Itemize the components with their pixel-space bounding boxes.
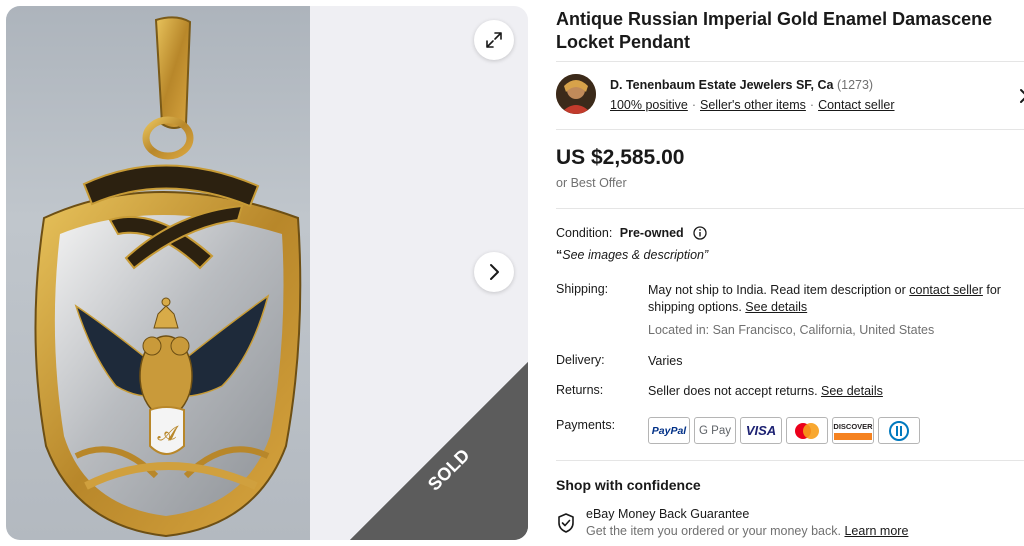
svg-text:𝓐: 𝓐: [157, 421, 179, 445]
condition-label: Condition:: [556, 226, 613, 240]
returns-value: Seller does not accept returns. See deta…: [648, 383, 1018, 400]
locket-pendant-image: 𝓐: [34, 16, 302, 538]
gpay-text: G Pay: [699, 424, 731, 437]
item-location: Located in: San Francisco, California, U…: [648, 323, 935, 337]
shipping-label: Shipping:: [556, 282, 609, 296]
divider: [556, 61, 1024, 62]
discover-text: DISCOVER: [833, 421, 873, 431]
product-photo[interactable]: 𝓐: [6, 6, 310, 540]
seller-feedback-count: (1273): [836, 78, 874, 92]
condition-row: Condition: Pre-owned: [556, 226, 707, 240]
learn-more-link[interactable]: Learn more: [844, 524, 908, 538]
seller-links: 100% positive · Seller's other items · Conta…: [610, 98, 895, 112]
returns-text: Seller does not accept returns.: [648, 384, 822, 398]
money-back-guarantee-desc: Get the item you ordered or your money b…: [586, 524, 908, 538]
chevron-right-icon[interactable]: [1018, 86, 1024, 106]
shipping-value: May not ship to India. Read item descrip…: [648, 282, 1018, 316]
expand-icon: [486, 32, 502, 48]
guarantee-text: Get the item you ordered or your money b…: [586, 524, 845, 538]
diners-club-logo: [878, 417, 920, 444]
shop-with-confidence-title: Shop with confidence: [556, 477, 701, 493]
returns-see-details-link[interactable]: See details: [821, 384, 883, 398]
contact-seller-shipping-link[interactable]: contact seller: [909, 283, 983, 297]
delivery-value: Varies: [648, 354, 683, 368]
shipping-see-details-link[interactable]: See details: [745, 300, 807, 314]
shipping-text: May not ship to India. Read item descrip…: [648, 283, 910, 297]
paypal-text: PayPal: [651, 424, 687, 437]
diners-club-icon: [889, 420, 909, 441]
seller-other-items-link[interactable]: Seller's other items: [700, 98, 806, 112]
divider: [556, 129, 1024, 130]
mastercard-logo: [786, 417, 828, 444]
item-details: Antique Russian Imperial Gold Enamel Dam…: [556, 0, 1024, 546]
google-pay-logo: G Pay: [694, 417, 736, 444]
condition-note-text: See images & description: [562, 248, 704, 262]
divider: [556, 460, 1024, 461]
seller-positive-link[interactable]: 100% positive: [610, 98, 688, 112]
best-offer-text: or Best Offer: [556, 176, 627, 190]
item-price: US $2,585.00: [556, 146, 685, 169]
divider: [556, 208, 1024, 209]
image-gallery: 𝓐 SOLD: [6, 6, 528, 540]
shield-check-icon: [558, 513, 574, 533]
chevron-right-icon: [490, 264, 499, 280]
delivery-label: Delivery:: [556, 353, 605, 367]
seller-name-text[interactable]: D. Tenenbaum Estate Jewelers SF, Ca: [610, 78, 833, 92]
expand-image-button[interactable]: [474, 20, 514, 60]
payments-label: Payments:: [556, 418, 616, 432]
discover-logo: DISCOVER: [832, 417, 874, 444]
condition-note: “See images & description”: [556, 248, 708, 262]
separator: ·: [809, 98, 815, 112]
paypal-logo: PayPal: [648, 417, 690, 444]
info-icon[interactable]: [693, 226, 707, 240]
quote-close: ”: [704, 248, 709, 262]
sold-label: SOLD: [424, 445, 474, 495]
separator: ·: [691, 98, 696, 112]
seller-name[interactable]: D. Tenenbaum Estate Jewelers SF, Ca (127…: [610, 78, 873, 92]
payment-methods: PayPal G Pay VISA DISCOVER: [648, 417, 920, 444]
contact-seller-link[interactable]: Contact seller: [818, 98, 894, 112]
mastercard-icon: [795, 422, 819, 439]
money-back-guarantee-title: eBay Money Back Guarantee: [586, 507, 750, 521]
seller-avatar[interactable]: [556, 74, 596, 114]
listing-title: Antique Russian Imperial Gold Enamel Dam…: [556, 9, 993, 52]
visa-logo: VISA: [740, 417, 782, 444]
discover-stripe: [834, 432, 872, 440]
next-image-button[interactable]: [474, 252, 514, 292]
visa-text: VISA: [745, 423, 777, 438]
returns-label: Returns:: [556, 383, 604, 397]
condition-value: Pre-owned: [619, 226, 684, 240]
